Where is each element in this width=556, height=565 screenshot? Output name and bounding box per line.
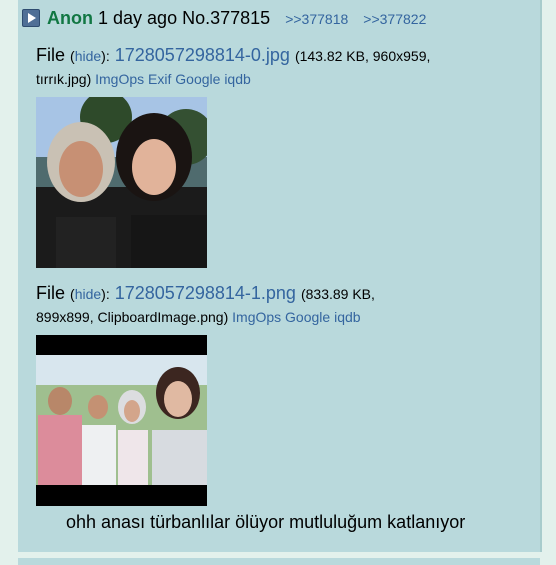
post-container: Anon 1 day ago No.377815 >>377818 >>3778… [18,0,542,552]
file-label: File [36,45,66,65]
file-name-link[interactable]: 1728057298814-1.png [115,283,296,303]
post-message: ohh anası türbanlılar ölüyor mutluluğum … [66,512,466,532]
image-thumbnail-2[interactable] [36,335,207,506]
image-thumbnail-1[interactable] [36,97,207,268]
backlink[interactable]: >>377822 [363,11,426,27]
file-info: (143.82 KB, 960x959, [294,48,431,64]
file-info-2-line2: 899x899, ClipboardImage.png) ImgOps Goog… [36,305,361,329]
post-time: 1 day ago [98,8,178,28]
post-header: Anon 1 day ago No.377815 >>377818 >>3778… [22,8,426,32]
file-label: File [36,283,66,303]
file-info: (833.89 KB, [300,286,375,302]
google-link[interactable]: Google [175,71,220,87]
file-info: tırrık.jpg) [36,71,92,87]
imgops-link[interactable]: ImgOps [95,71,144,87]
hide-link[interactable]: hide [75,48,101,64]
next-post-edge [18,558,540,565]
file-name-link[interactable]: 1728057298814-0.jpg [115,45,290,65]
poster-name: Anon [47,8,93,28]
exif-link[interactable]: Exif [148,71,171,87]
iqdb-link[interactable]: iqdb [334,309,360,325]
hide-link[interactable]: hide [75,286,101,302]
file-info-1-line2: tırrık.jpg) ImgOps Exif Google iqdb [36,67,251,91]
backlink[interactable]: >>377818 [285,11,348,27]
post-number[interactable]: No.377815 [182,8,270,28]
file-info: 899x899, ClipboardImage.png) [36,309,229,325]
iqdb-link[interactable]: iqdb [224,71,250,87]
google-link[interactable]: Google [285,309,330,325]
file-info-1: File (hide): 1728057298814-0.jpg (143.82… [36,45,431,65]
play-icon[interactable] [22,9,40,27]
imgops-link[interactable]: ImgOps [232,309,281,325]
file-info-2: File (hide): 1728057298814-1.png (833.89… [36,283,375,303]
